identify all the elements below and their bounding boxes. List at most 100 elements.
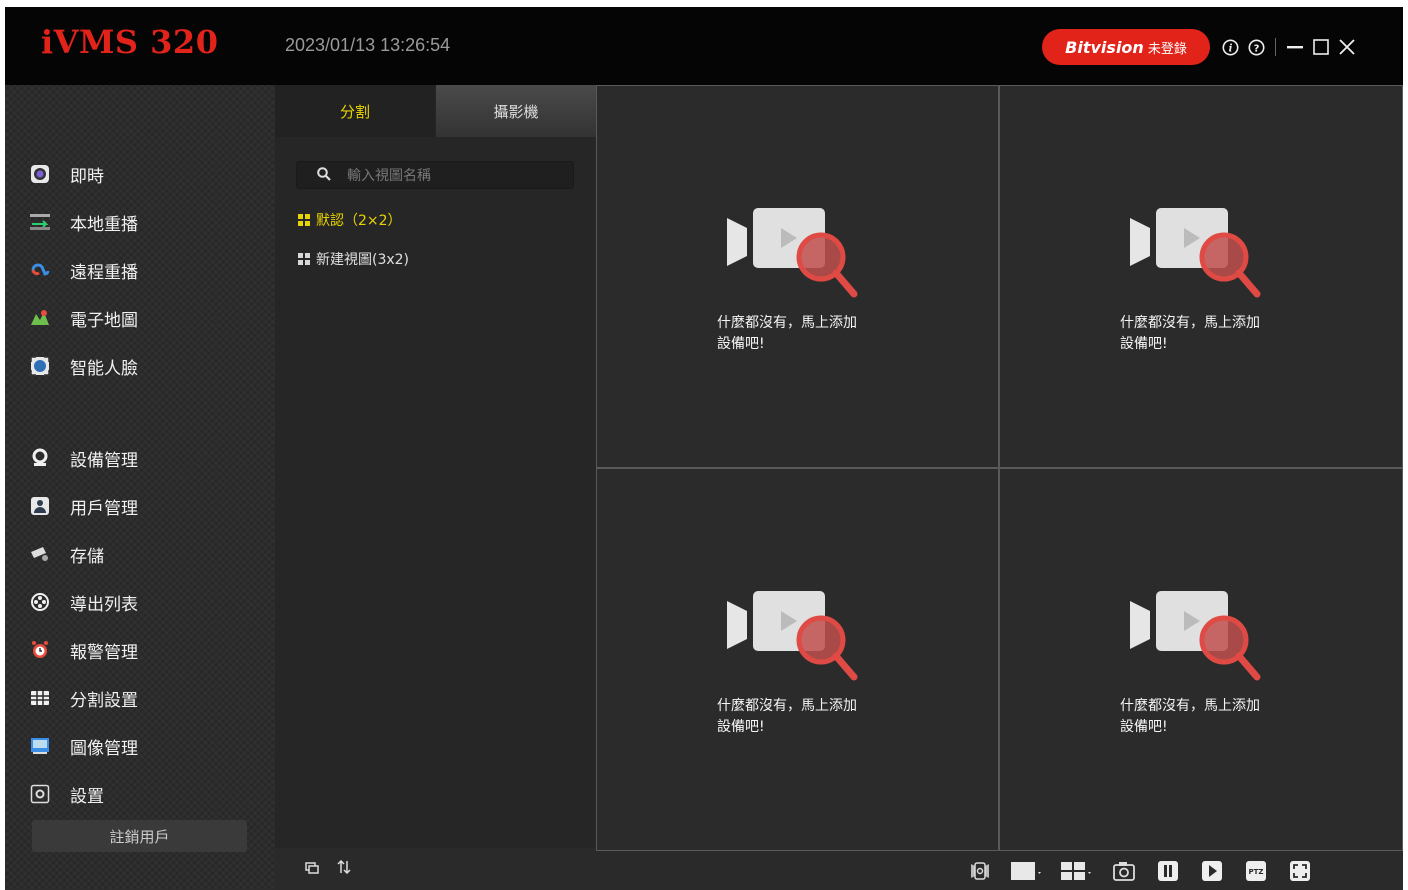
login-status: 未登錄: [1147, 41, 1187, 57]
view-item-label: 默認（2×2）: [316, 213, 402, 229]
pause-icon[interactable]: [1154, 858, 1182, 884]
ptz-icon[interactable]: PTZ: [1242, 858, 1270, 884]
sidebar-item-label: 分割設置: [70, 690, 138, 711]
app-window: iVMS 320 2023/01/13 13:26:54 Bitvision 未…: [5, 7, 1403, 890]
fullscreen-icon[interactable]: [1286, 858, 1314, 884]
view-item-label: 新建視圖(3x2): [316, 252, 410, 268]
empty-placeholder: 什麼都沒有，馬上添加 設備吧!: [1120, 206, 1290, 355]
tab-camera[interactable]: 攝影機: [436, 85, 596, 137]
sidebar-item-label: 用戶管理: [70, 498, 138, 519]
sidebar-item-split-settings[interactable]: 分割設置: [29, 681, 259, 715]
window-controls: i ?: [1217, 33, 1360, 61]
video-cell-1[interactable]: 什麼都沒有，馬上添加 設備吧!: [596, 85, 999, 468]
export-list-icon: [29, 591, 51, 613]
view-item-default[interactable]: 默認（2×2）: [298, 210, 402, 230]
sidebar-item-label: 存儲: [70, 546, 104, 567]
sidebar-item-local-playback[interactable]: 本地重播: [29, 205, 259, 239]
alarm-icon: [29, 639, 51, 661]
sidebar-item-label: 本地重播: [70, 214, 138, 235]
video-grid: 什麼都沒有，馬上添加 設備吧! 什麼都沒有，馬上添加 設備吧! 什麼都沒有，馬上…: [596, 85, 1403, 851]
panel-tabs: 分割 攝影機: [275, 85, 596, 137]
info-icon[interactable]: i: [1217, 33, 1243, 61]
view-search-box: [296, 161, 574, 189]
video-cell-4[interactable]: 什麼都沒有，馬上添加 設備吧!: [999, 468, 1403, 851]
image-manage-icon: [29, 735, 51, 757]
sidebar-item-export-list[interactable]: 導出列表: [29, 585, 259, 619]
remote-playback-icon: [29, 259, 51, 281]
split-settings-icon: [29, 687, 51, 709]
live-camera-icon: [29, 163, 51, 185]
empty-placeholder: 什麼都沒有，馬上添加 設備吧!: [1120, 589, 1290, 738]
sidebar-item-live[interactable]: 即時: [29, 157, 259, 191]
face-recognition-icon: [29, 355, 51, 377]
view-item-new[interactable]: 新建視圖(3x2): [298, 249, 409, 269]
sidebar-item-user-manage[interactable]: 用戶管理: [29, 489, 259, 523]
no-device-icon: [1130, 208, 1261, 298]
grid-view-icon: [298, 214, 310, 226]
sidebar-item-label: 圖像管理: [70, 738, 138, 759]
sidebar-item-label: 電子地圖: [70, 310, 138, 331]
svg-text:?: ?: [1253, 43, 1259, 54]
svg-text:i: i: [1228, 43, 1232, 54]
emap-icon: [29, 307, 51, 329]
copy-icon[interactable]: [305, 860, 319, 878]
sidebar-item-device-manage[interactable]: 設備管理: [29, 441, 259, 475]
snapshot-icon[interactable]: [1110, 858, 1138, 884]
sidebar-item-label: 導出列表: [70, 594, 138, 615]
close-icon[interactable]: [1334, 33, 1360, 61]
sidebar-item-label: 報警管理: [70, 642, 138, 663]
datetime-display: 2023/01/13 13:26:54: [285, 35, 451, 55]
sidebar-item-remote-playback[interactable]: 遠程重播: [29, 253, 259, 287]
tab-split[interactable]: 分割: [275, 85, 435, 137]
maximize-icon[interactable]: [1308, 33, 1334, 61]
empty-placeholder: 什麼都沒有，馬上添加 設備吧!: [717, 206, 887, 355]
sidebar-item-storage[interactable]: 存儲: [29, 537, 259, 571]
sidebar-item-label: 遠程重播: [70, 262, 138, 283]
settings-icon: [29, 783, 51, 805]
empty-message: 什麼都沒有，馬上添加 設備吧!: [1120, 698, 1260, 735]
sidebar-item-label: 設備管理: [70, 450, 138, 471]
view-search-input[interactable]: [347, 167, 547, 183]
sidebar-item-label: 設置: [70, 786, 104, 807]
no-device-icon: [1130, 591, 1261, 681]
brand-name: Bitvision: [1065, 37, 1144, 57]
empty-message: 什麼都沒有，馬上添加 設備吧!: [717, 698, 857, 735]
play-icon[interactable]: [1198, 858, 1226, 884]
help-icon[interactable]: ?: [1243, 33, 1269, 61]
no-device-icon: [727, 208, 858, 298]
video-cell-3[interactable]: 什麼都沒有，馬上添加 設備吧!: [596, 468, 999, 851]
sidebar-item-emap[interactable]: 電子地圖: [29, 301, 259, 335]
device-manage-icon: [29, 447, 51, 469]
bitvision-login-button[interactable]: Bitvision 未登錄: [1042, 29, 1210, 65]
record-toggle-icon[interactable]: [966, 858, 994, 884]
view-panel: 分割 攝影機 默認（2×2） 新建視圖(3x2): [275, 85, 596, 890]
single-layout-icon[interactable]: [1010, 858, 1044, 884]
sidebar-item-face[interactable]: 智能人臉: [29, 349, 259, 383]
no-device-icon: [727, 591, 858, 681]
minimize-icon[interactable]: [1282, 33, 1308, 61]
sort-icon[interactable]: [337, 859, 351, 878]
title-separator: [1275, 38, 1276, 56]
title-bar: iVMS 320 2023/01/13 13:26:54 Bitvision 未…: [5, 7, 1403, 85]
app-logo: iVMS 320: [41, 23, 219, 61]
sidebar-item-settings[interactable]: 設置: [29, 777, 259, 811]
sidebar: 即時 本地重播 遠程重播 電子地圖 智能人臉 設備管理 用戶管理 存儲 導出列表…: [5, 85, 275, 890]
panel-footer: [275, 848, 596, 890]
sidebar-item-image-manage[interactable]: 圖像管理: [29, 729, 259, 763]
quad-layout-icon[interactable]: [1060, 858, 1094, 884]
grid-view-icon: [298, 253, 310, 265]
user-manage-icon: [29, 495, 51, 517]
video-cell-2[interactable]: 什麼都沒有，馬上添加 設備吧!: [999, 85, 1403, 468]
svg-text:PTZ: PTZ: [1249, 868, 1264, 876]
empty-message: 什麼都沒有，馬上添加 設備吧!: [1120, 315, 1260, 352]
logout-button[interactable]: 註銷用戶: [32, 820, 247, 852]
sidebar-item-label: 即時: [70, 166, 104, 187]
local-playback-icon: [29, 211, 51, 233]
empty-message: 什麼都沒有，馬上添加 設備吧!: [717, 315, 857, 352]
search-icon: [317, 166, 331, 185]
empty-placeholder: 什麼都沒有，馬上添加 設備吧!: [717, 589, 887, 738]
sidebar-item-label: 智能人臉: [70, 358, 138, 379]
storage-icon: [29, 543, 51, 565]
sidebar-item-alarm[interactable]: 報警管理: [29, 633, 259, 667]
playback-toolbar: PTZ: [596, 851, 1403, 890]
